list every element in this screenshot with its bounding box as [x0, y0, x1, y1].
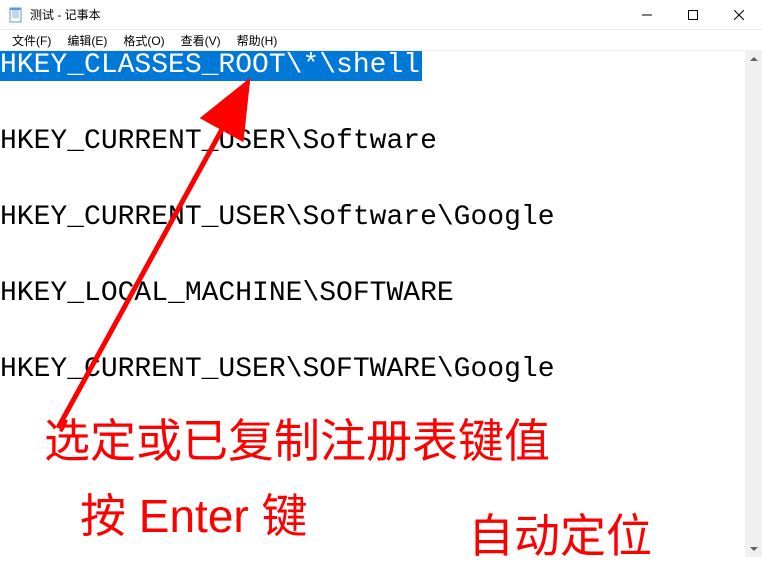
menu-view[interactable]: 查看(V) [173, 30, 229, 51]
scrollbar-down-button[interactable] [745, 540, 762, 557]
text-line-5: HKEY_CURRENT_USER\SOFTWARE\Google [0, 355, 762, 385]
menu-help[interactable]: 帮助(H) [229, 30, 286, 51]
text-line-3: HKEY_CURRENT_USER\Software\Google [0, 203, 762, 233]
window-title: 测试 - 记事本 [30, 6, 101, 23]
title-left: 测试 - 记事本 [8, 6, 101, 23]
notepad-icon [8, 7, 24, 23]
minimize-button[interactable] [624, 0, 670, 30]
menu-file[interactable]: 文件(F) [4, 30, 59, 51]
title-bar: 测试 - 记事本 [0, 0, 762, 30]
vertical-scrollbar[interactable] [745, 50, 762, 557]
menu-format[interactable]: 格式(O) [115, 30, 172, 51]
window-controls [624, 0, 762, 30]
maximize-button[interactable] [670, 0, 716, 30]
text-line-1: HKEY_CLASSES_ROOT\*\shell [0, 51, 762, 81]
menu-bar: 文件(F) 编辑(E) 格式(O) 查看(V) 帮助(H) [0, 30, 762, 50]
scrollbar-up-button[interactable] [745, 50, 762, 67]
close-button[interactable] [716, 0, 762, 30]
menu-edit[interactable]: 编辑(E) [59, 30, 115, 51]
text-line-2: HKEY_CURRENT_USER\Software [0, 127, 762, 157]
text-editor-content[interactable]: HKEY_CLASSES_ROOT\*\shell HKEY_CURRENT_U… [0, 50, 762, 557]
selected-text: HKEY_CLASSES_ROOT\*\shell [0, 51, 422, 81]
text-line-4: HKEY_LOCAL_MACHINE\SOFTWARE [0, 279, 762, 309]
